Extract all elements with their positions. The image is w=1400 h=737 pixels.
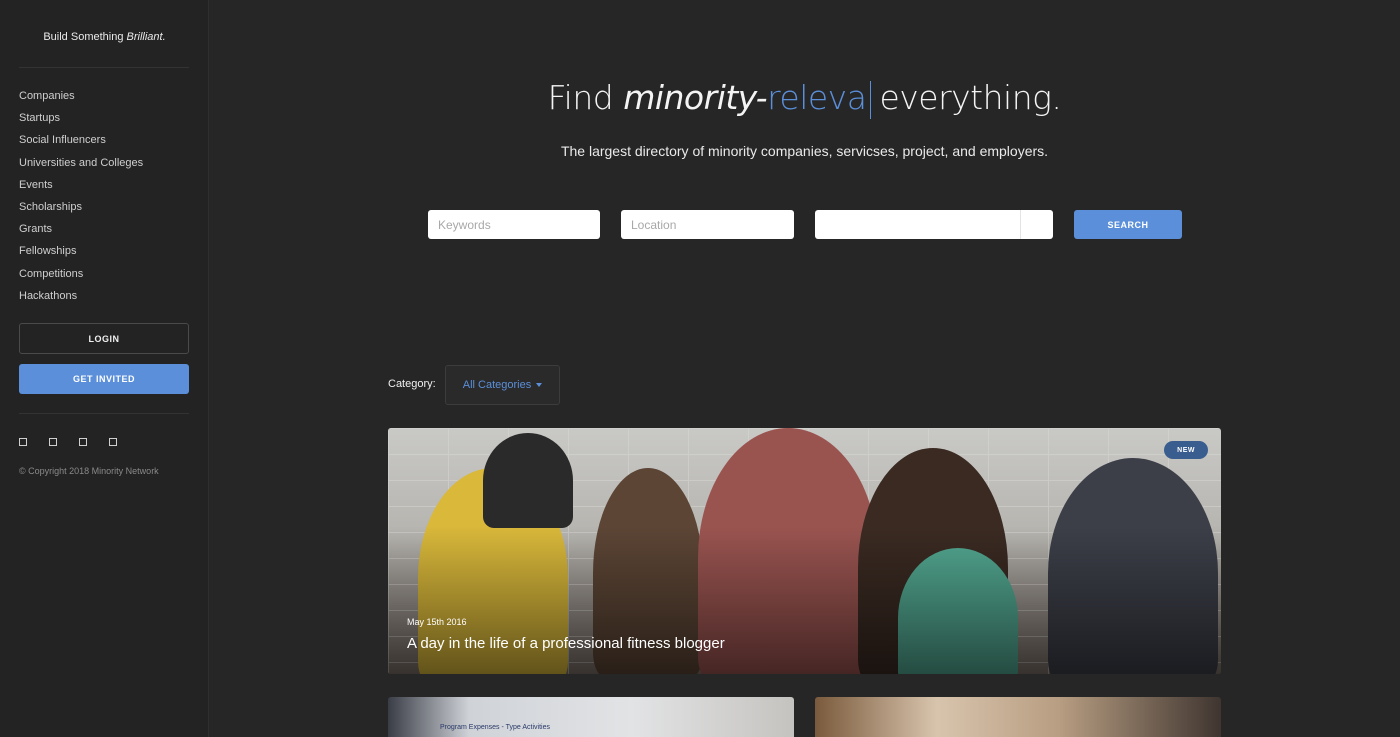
social-twitter-icon[interactable] — [49, 438, 57, 446]
brand-italic: Brilliant. — [126, 31, 166, 43]
location-input[interactable] — [621, 210, 794, 239]
social-instagram-icon[interactable] — [79, 438, 87, 446]
sidebar-item-fellowships[interactable]: Fellowships — [19, 242, 143, 264]
select-separator — [1020, 210, 1021, 239]
type-select[interactable] — [815, 210, 1053, 239]
sidebar-item-universities[interactable]: Universities and Colleges — [19, 154, 143, 176]
search-button[interactable]: SEARCH — [1074, 210, 1182, 239]
new-badge: NEW — [1164, 441, 1208, 459]
post-title[interactable]: A day in the life of a professional fitn… — [407, 635, 725, 652]
keywords-input[interactable] — [428, 210, 600, 239]
sidebar-item-grants[interactable]: Grants — [19, 220, 143, 242]
sidebar: Build Something Brilliant. Companies Sta… — [0, 0, 209, 737]
hero-title-prefix: Find — [547, 78, 624, 117]
sidebar-item-companies[interactable]: Companies — [19, 87, 143, 109]
sidebar-item-events[interactable]: Events — [19, 176, 143, 198]
sidebar-item-social-influencers[interactable]: Social Influencers — [19, 131, 143, 153]
hero-subtitle: The largest directory of minority compan… — [560, 143, 1049, 159]
hero-title: Find minority-releva everything. — [209, 78, 1400, 119]
get-invited-button[interactable]: GET INVITED — [19, 364, 189, 394]
login-button[interactable]: LOGIN — [19, 323, 189, 354]
copyright: © Copyright 2018 Minority Network — [19, 466, 159, 476]
sidebar-divider — [19, 413, 189, 414]
sidebar-item-hackathons[interactable]: Hackathons — [19, 287, 143, 309]
brand-tagline[interactable]: Build Something Brilliant. — [0, 31, 209, 43]
caret-down-icon — [536, 383, 543, 387]
sidebar-item-scholarships[interactable]: Scholarships — [19, 198, 143, 220]
social-facebook-icon[interactable] — [19, 438, 27, 446]
post-card[interactable]: Program Expenses - Type Activities — [388, 697, 794, 737]
hero-title-typed: releva — [767, 78, 867, 117]
sidebar-nav: Companies Startups Social Influencers Un… — [19, 87, 143, 309]
category-label: Category: — [388, 378, 436, 390]
typing-cursor — [870, 80, 872, 119]
category-selected: All Categories — [462, 379, 532, 391]
sidebar-divider — [19, 67, 189, 68]
social-links — [19, 438, 117, 446]
post-date: May 15th 2016 — [407, 617, 467, 627]
social-linkedin-icon[interactable] — [109, 438, 117, 446]
sidebar-item-competitions[interactable]: Competitions — [19, 265, 143, 287]
featured-post-card[interactable]: NEW May 15th 2016 A day in the life of a… — [388, 428, 1221, 674]
slide-text: Program Expenses - Type Activities — [440, 724, 550, 731]
category-dropdown[interactable]: All Categories — [445, 365, 560, 405]
brand-plain: Build Something — [43, 31, 127, 43]
post-card[interactable] — [815, 697, 1221, 737]
sidebar-item-startups[interactable]: Startups — [19, 109, 143, 131]
hero-title-italic: minority- — [623, 78, 768, 117]
hero-title-suffix: everything. — [879, 78, 1062, 117]
